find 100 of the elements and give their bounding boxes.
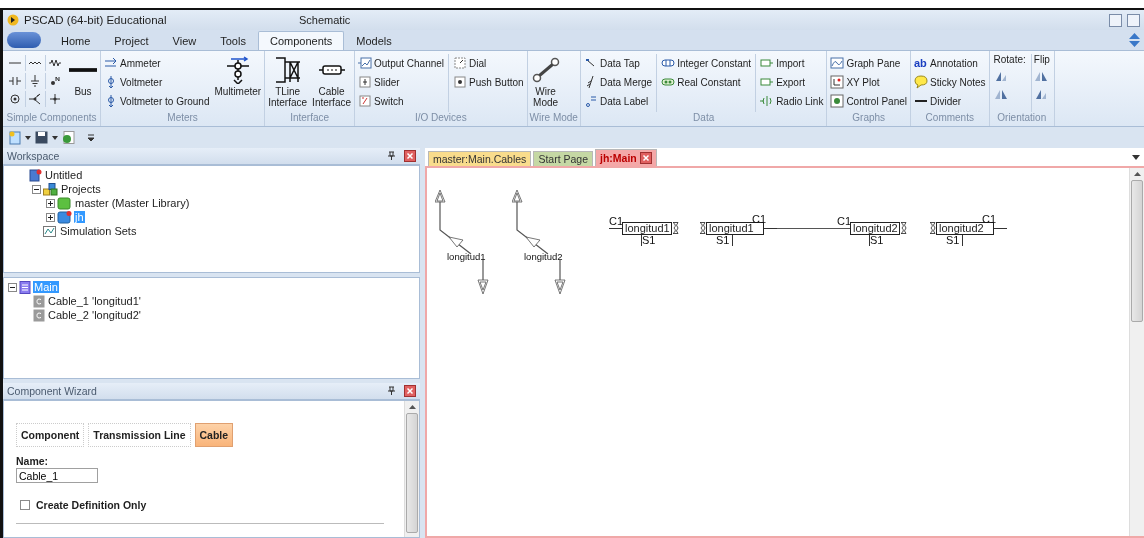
ribbon-button[interactable]: Wire Mode: [529, 54, 562, 112]
scrollbar[interactable]: [1129, 168, 1144, 536]
ribbon-button[interactable]: TLine Interface: [267, 54, 309, 112]
group-label: Comments: [924, 112, 975, 125]
checkbox-label: Create Definition Only: [36, 499, 147, 511]
import-icon: [760, 75, 775, 89]
graph-icon: [830, 56, 845, 70]
ribbon-button[interactable]: ab Annotation: [913, 54, 987, 72]
node-icon: [48, 74, 62, 88]
ribbon-button[interactable]: Graph Pane: [829, 54, 908, 72]
close-icon[interactable]: [404, 150, 416, 162]
ribbon-button[interactable]: Cable Interface: [311, 54, 353, 112]
ribbon-button[interactable]: Control Panel: [829, 92, 908, 110]
scroll-arrows-icon[interactable]: [1129, 33, 1140, 47]
ribbon-button[interactable]: Data Merge: [582, 73, 654, 91]
ribbon-button[interactable]: Slider: [357, 73, 446, 91]
cable-end-icon: [900, 222, 907, 234]
panel-title: Component Wizard: [7, 385, 98, 397]
wizard-tab[interactable]: Cable: [194, 423, 234, 447]
ribbon-button[interactable]: Radio Link: [759, 92, 825, 110]
ribbon-button[interactable]: XY Plot: [829, 73, 908, 91]
refresh-icon[interactable]: [62, 131, 75, 144]
tree-item[interactable]: Cable_1 'longitud1': [47, 295, 142, 307]
tree-item[interactable]: Untitled: [44, 169, 84, 181]
computer-icon: [29, 168, 42, 182]
cube-icon: [57, 210, 72, 224]
ribbon-tab[interactable]: Home: [49, 31, 103, 50]
ribbon-button[interactable]: Real Constant: [660, 73, 753, 91]
terminal-label: C1: [837, 216, 852, 227]
ribbon-button[interactable]: Output Channel: [357, 54, 446, 72]
document-tab[interactable]: jh:Main: [595, 149, 657, 166]
ribbon-tab[interactable]: Tools: [208, 31, 258, 50]
wire: [609, 228, 622, 229]
label-icon: [583, 94, 598, 108]
customize-icon[interactable]: [87, 133, 95, 142]
application-menu-button[interactable]: [7, 32, 41, 48]
close-icon[interactable]: [639, 152, 652, 164]
group-label: Simple Components: [5, 112, 98, 125]
scroll-up-icon[interactable]: [1133, 172, 1141, 176]
terminal-label: C1: [982, 214, 997, 225]
ribbon-tab[interactable]: Models: [344, 31, 404, 50]
ribbon-button[interactable]: Voltmeter: [103, 73, 211, 91]
scrollbar[interactable]: [404, 401, 419, 537]
ribbon-button[interactable]: Data Tap: [582, 54, 654, 72]
component-label: longitud1: [447, 252, 486, 262]
wizard-tab[interactable]: Transmission Line: [88, 423, 191, 447]
document-tab[interactable]: Start Page: [533, 151, 593, 166]
field-label: Name:: [16, 455, 50, 467]
group-label: Graphs: [851, 112, 887, 125]
ribbon-button[interactable]: Multimeter: [213, 54, 263, 112]
wizard-tab[interactable]: Component: [16, 423, 85, 447]
expand-icon[interactable]: [46, 212, 55, 222]
name-field[interactable]: Cable_1: [16, 468, 98, 483]
source-icon: [27, 92, 42, 106]
ribbon-button[interactable]: Voltmeter to Ground: [103, 92, 211, 110]
ribbon-button[interactable]: Export: [759, 73, 825, 91]
ribbon-button[interactable]: Integer Constant: [660, 54, 753, 72]
close-icon[interactable]: [404, 385, 416, 397]
collapse-icon[interactable]: [8, 282, 17, 292]
pin-icon[interactable]: [387, 151, 396, 161]
restore-button[interactable]: [1127, 13, 1140, 27]
tree-item[interactable]: Cable_2 'longitud2': [47, 309, 142, 321]
terminal-label: C1: [609, 216, 624, 227]
ribbon-button[interactable]: Dial: [452, 54, 525, 72]
ribbon-tab[interactable]: View: [160, 31, 209, 50]
dropdown-icon[interactable]: [1132, 154, 1140, 160]
ribbon-button[interactable]: Push Button: [452, 73, 525, 91]
channel-icon: [358, 56, 373, 70]
ribbon-tab[interactable]: Project: [102, 31, 161, 50]
ribbon-button[interactable]: Ammeter: [103, 54, 211, 72]
scroll-up-icon[interactable]: [408, 405, 416, 409]
ribbon-button[interactable]: Switch: [357, 92, 446, 110]
ribbon-button[interactable]: Data Label: [582, 92, 654, 110]
collapse-icon[interactable]: [32, 184, 41, 194]
pill-icon: [661, 75, 676, 89]
tree-item[interactable]: Projects: [60, 183, 102, 195]
group-label: Interface: [289, 112, 331, 125]
wire: [732, 235, 733, 246]
chart-icon: [43, 224, 57, 238]
tree-item[interactable]: master (Master Library): [74, 197, 191, 209]
minimize-button[interactable]: [1109, 13, 1122, 27]
ribbon-button[interactable]: Divider: [913, 92, 987, 110]
dropdown-icon[interactable]: [25, 135, 31, 140]
ribbon-button[interactable]: Import: [759, 54, 825, 72]
ribbon-tab[interactable]: Components: [257, 31, 345, 50]
tree-item[interactable]: Simulation Sets: [59, 225, 138, 237]
expand-icon[interactable]: [46, 198, 55, 208]
pin-icon[interactable]: [387, 386, 396, 396]
checkbox[interactable]: [20, 500, 30, 510]
dropdown-icon[interactable]: [52, 135, 58, 140]
plot-icon: [830, 75, 845, 89]
schematic-canvas[interactable]: longitud1 longitud2 C1 longitud1 S1 longitud1 C1 S1 C1 longitud2 S1 longitud2 C1 S1: [427, 168, 1129, 536]
document-tab[interactable]: master:Main.Cables: [428, 151, 532, 166]
ribbon-button[interactable]: Bus: [68, 54, 98, 112]
component-icon: [33, 308, 45, 322]
pill-icon: [661, 56, 676, 70]
ribbon-button[interactable]: Sticky Notes: [913, 73, 987, 91]
wire: [962, 235, 963, 246]
save-icon[interactable]: [35, 131, 48, 144]
group-label: Meters: [166, 112, 199, 125]
